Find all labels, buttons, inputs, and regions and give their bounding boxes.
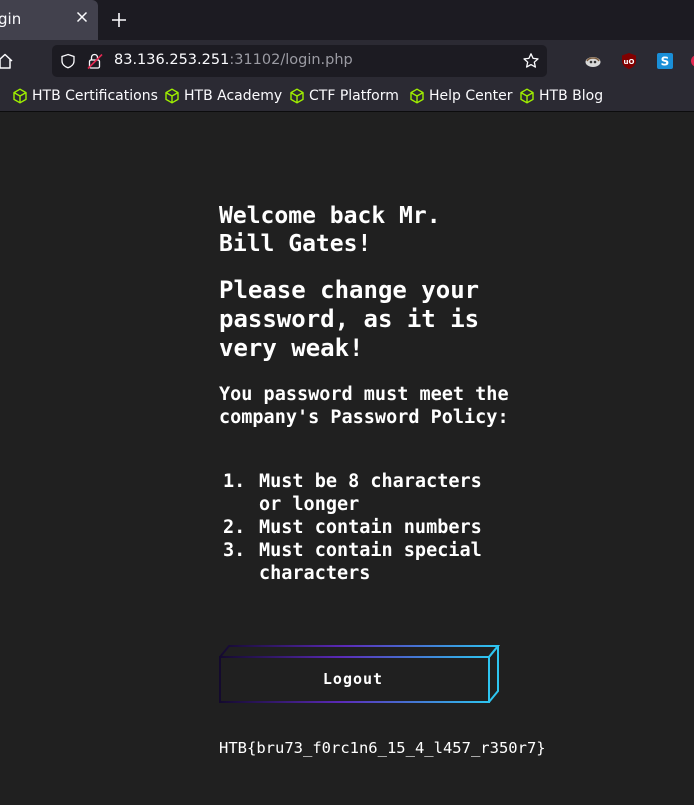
- logout-button[interactable]: Logout: [219, 657, 487, 701]
- bookmark-label: CTF Platform: [309, 88, 399, 104]
- bookmarks-toolbar: HTB Certifications HTB Academy CTF Platf…: [0, 82, 694, 112]
- tab-bar: gin: [0, 0, 694, 40]
- change-password-heading: Please change your password, as it is ve…: [219, 276, 480, 362]
- logout-wrap: Logout: [219, 645, 500, 703]
- tab-login[interactable]: gin: [0, 0, 98, 40]
- bookmark-label: Help Center: [429, 88, 513, 104]
- tab-title: gin: [0, 10, 22, 28]
- extension-icon[interactable]: [584, 52, 602, 70]
- policy-item-number: 3.: [223, 540, 246, 561]
- svg-text:uO: uO: [624, 58, 635, 66]
- nav-bar: 83.136.253.251:31102/login.php uO S: [0, 40, 694, 82]
- browser-chrome: gin 83.136.253.251:31102/login.php uO S …: [0, 0, 694, 112]
- welcome-heading: Welcome back Mr. Bill Gates!: [219, 203, 441, 257]
- htb-cube-icon: [13, 88, 27, 104]
- htb-cube-icon: [165, 88, 179, 104]
- close-icon[interactable]: [74, 9, 90, 25]
- policy-item-text: Must be 8 characters or longer: [259, 471, 482, 515]
- plus-icon[interactable]: [109, 10, 129, 30]
- ublock-icon[interactable]: uO: [620, 52, 638, 70]
- flag-text: HTB{bru73_f0rc1n6_15_4_l457_r350r7}: [219, 739, 546, 757]
- policy-item-number: 2.: [223, 517, 246, 538]
- star-icon[interactable]: [522, 52, 540, 70]
- url-host: 83.136.253.251: [114, 52, 230, 68]
- htb-cube-icon: [520, 88, 534, 104]
- policy-list: 1. Must be 8 characters or longer 2. Must …: [219, 470, 509, 585]
- url-bar[interactable]: 83.136.253.251:31102/login.php: [52, 45, 547, 77]
- lock-icon[interactable]: [86, 52, 104, 70]
- bookmark-label: HTB Certifications: [32, 88, 158, 104]
- url-path: :31102/login.php: [229, 52, 353, 68]
- policy-item: 3. Must contain special characters: [219, 539, 509, 585]
- policy-item: 2. Must contain numbers: [219, 516, 509, 539]
- htb-cube-icon: [410, 88, 424, 104]
- policy-intro: You password must meet the company's Pas…: [219, 384, 509, 428]
- home-icon[interactable]: [0, 52, 14, 70]
- url-text[interactable]: 83.136.253.251:31102/login.php: [114, 52, 353, 68]
- policy-item-text: Must contain numbers: [259, 517, 482, 538]
- logout-label: Logout: [322, 670, 384, 688]
- bookmark-label: HTB Blog: [539, 88, 604, 104]
- policy-item-number: 1.: [223, 471, 246, 492]
- s-extension-icon[interactable]: S: [656, 52, 674, 70]
- page-body: Welcome back Mr. Bill Gates! Please chan…: [0, 112, 694, 805]
- svg-text:S: S: [661, 55, 670, 69]
- policy-item: 1. Must be 8 characters or longer: [219, 470, 509, 516]
- htb-cube-icon: [290, 88, 304, 104]
- shield-icon[interactable]: [60, 53, 76, 69]
- bookmark-label: HTB Academy: [184, 88, 283, 104]
- policy-item-text: Must contain special characters: [259, 540, 482, 584]
- overflow-icon[interactable]: [688, 52, 694, 70]
